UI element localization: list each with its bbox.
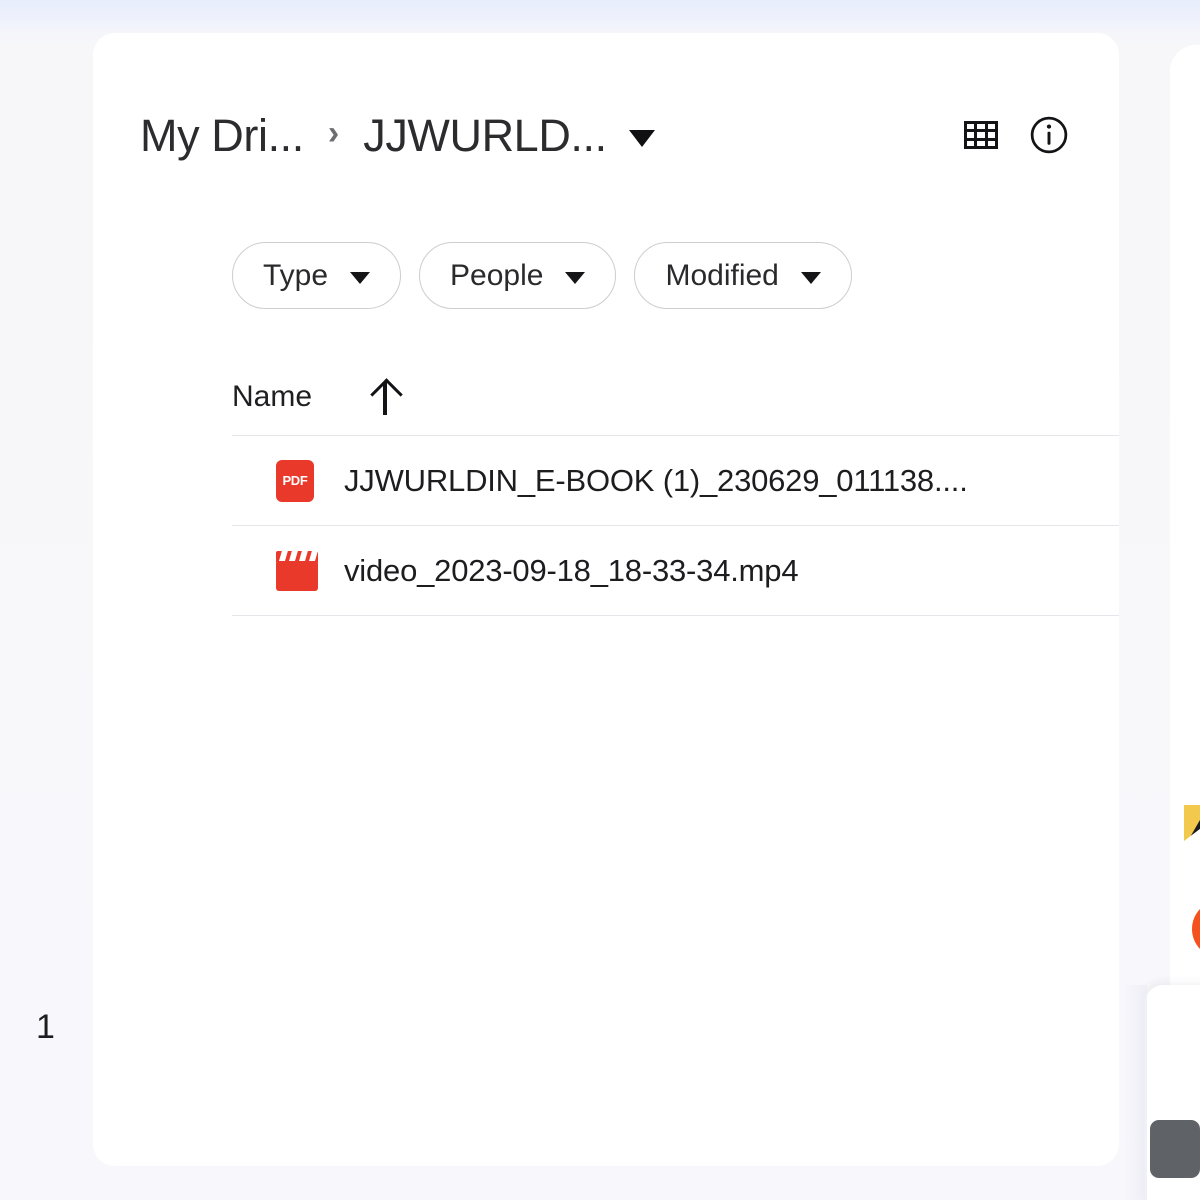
file-list: Name PDF JJWURLDIN_E-BOOK (1)_230629_011… — [232, 358, 1119, 616]
info-circle-icon — [1027, 113, 1071, 157]
file-name[interactable]: video_2023-09-18_18-33-34.mp4 — [344, 555, 798, 586]
filter-chip-bar: Type People Modified — [232, 242, 852, 309]
file-icon-cell: PDF — [232, 460, 344, 502]
table-row[interactable]: PDF JJWURLDIN_E-BOOK (1)_230629_011138..… — [232, 436, 1119, 526]
breadcrumb-root[interactable]: My Dri... — [140, 113, 304, 158]
partial-counter-label: 1 — [36, 1010, 55, 1044]
caret-down-icon[interactable] — [629, 130, 655, 147]
filter-chip-modified[interactable]: Modified — [634, 242, 851, 309]
arrow-up-icon[interactable] — [370, 379, 400, 415]
breadcrumb-header: My Dri... › JJWURLD... — [140, 95, 1075, 175]
drive-file-browser-card: My Dri... › JJWURLD... Type — [93, 33, 1119, 1166]
screen: My Dri... › JJWURLD... Type — [0, 0, 1200, 1200]
pdf-file-icon: PDF — [276, 460, 314, 502]
filter-chip-people-label: People — [450, 261, 543, 291]
breadcrumb-current-folder[interactable]: JJWURLD... — [363, 113, 607, 158]
video-file-icon — [276, 551, 318, 591]
table-row[interactable]: video_2023-09-18_18-33-34.mp4 — [232, 526, 1119, 616]
column-header-name[interactable]: Name — [232, 382, 312, 412]
filter-chip-modified-label: Modified — [665, 261, 778, 291]
panel-edge-shadow — [1123, 985, 1147, 1200]
chevron-down-icon — [801, 272, 821, 284]
file-icon-cell — [232, 551, 344, 591]
details-info-button[interactable] — [1023, 109, 1075, 161]
pdf-file-icon-label: PDF — [282, 473, 307, 488]
filter-chip-type-label: Type — [263, 261, 328, 291]
grid-view-button[interactable] — [955, 109, 1007, 161]
partial-orange-avatar-icon — [1192, 900, 1200, 958]
partial-dark-button[interactable] — [1150, 1120, 1200, 1178]
chevron-down-icon — [565, 272, 585, 284]
chevron-down-icon — [350, 272, 370, 284]
file-list-header-row: Name — [232, 358, 1119, 436]
right-partial-panel — [1170, 45, 1200, 1045]
breadcrumb-separator-icon: › — [328, 116, 339, 150]
filter-chip-people[interactable]: People — [419, 242, 616, 309]
partial-bookmark-icon — [1184, 805, 1200, 841]
filter-chip-type[interactable]: Type — [232, 242, 401, 309]
file-name[interactable]: JJWURLDIN_E-BOOK (1)_230629_011138.... — [344, 465, 968, 496]
grid-view-icon — [964, 121, 998, 149]
